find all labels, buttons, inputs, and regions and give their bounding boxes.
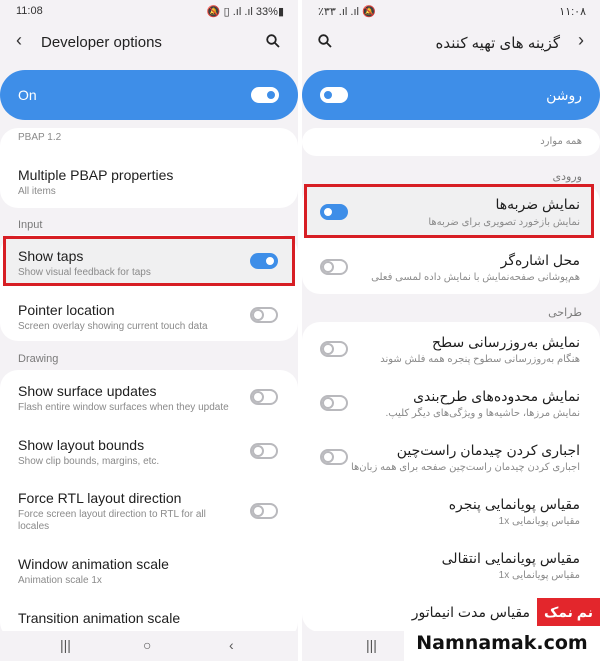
show-taps-toggle[interactable] xyxy=(250,253,278,269)
row-subtitle: همه موارد xyxy=(540,136,582,147)
pointer-location-toggle[interactable] xyxy=(320,259,348,275)
row-subtitle: مقیاس پویانمایی 1x xyxy=(498,570,580,581)
list-item[interactable]: PBAP 1.2 Multiple PBAP properties All it… xyxy=(0,128,298,208)
row-subtitle: Animation scale 1x xyxy=(18,575,102,586)
row-title: Show taps xyxy=(18,248,84,264)
status-time: 11:08 xyxy=(16,5,43,17)
pbap-version-label: PBAP 1.2 xyxy=(18,132,62,143)
force-rtl-row[interactable]: اجباری کردن چیدمان راست‌چین اجباری کردن … xyxy=(302,432,600,482)
master-switch-label: On xyxy=(18,87,37,103)
row-title: Window animation scale xyxy=(18,556,169,572)
home-icon[interactable]: ○ xyxy=(143,637,151,653)
phone-persian: ٪۳۳ .ıl .ıl 🔕 ۱۱:۰۸ گزینه های تهیه کننده… xyxy=(302,0,600,661)
nav-bar: ||| ○ ‹ xyxy=(0,631,298,661)
force-rtl-toggle[interactable] xyxy=(320,449,348,465)
row-title: Transition animation scale xyxy=(18,610,181,626)
screenshot-comparison: 11:08 🔕 ▯ .ıl .ıl 33%▮ ‹ Developer optio… xyxy=(0,0,600,661)
back-arrow-icon[interactable]: ‹ xyxy=(16,30,22,51)
row-title: نمایش ضربه‌ها xyxy=(495,196,580,212)
row-title: Show layout bounds xyxy=(18,437,145,453)
back-icon[interactable]: ‹ xyxy=(229,637,234,653)
app-bar: ‹ Developer options xyxy=(0,24,298,64)
window-animation-row[interactable]: Window animation scale Animation scale 1… xyxy=(0,548,298,598)
window-animation-row[interactable]: مقیاس پویانمایی پنجره مقیاس پویانمایی 1x xyxy=(302,488,600,538)
row-subtitle: هم‌پوشانی صفحه‌نمایش با نمایش داده لمسی … xyxy=(371,272,580,283)
row-title: Show surface updates xyxy=(18,383,157,399)
recent-apps-icon[interactable]: ||| xyxy=(60,637,71,653)
row-subtitle: Force screen layout direction to RTL for… xyxy=(18,509,206,532)
row-subtitle: All items xyxy=(18,186,56,197)
status-bar: ٪۳۳ .ıl .ıl 🔕 ۱۱:۰۸ xyxy=(302,0,600,22)
layout-bounds-toggle[interactable] xyxy=(320,395,348,411)
phone-english: 11:08 🔕 ▯ .ıl .ıl 33%▮ ‹ Developer optio… xyxy=(0,0,298,661)
row-subtitle: Screen overlay showing current touch dat… xyxy=(18,321,208,332)
layout-bounds-row[interactable]: نمایش محدوده‌های طرح‌بندی نمایش مرزها، ح… xyxy=(302,378,600,428)
row-subtitle: نمایش بازخورد تصویری برای ضربه‌ها xyxy=(428,217,580,228)
status-icons: 🔕 ▯ .ıl .ıl 33%▮ xyxy=(206,6,284,18)
row-subtitle: هنگام به‌روزرسانی سطوح پنجره همه فلش شون… xyxy=(380,354,580,365)
row-subtitle: مقیاس پویانمایی 1x xyxy=(498,516,580,527)
row-title: اجباری کردن چیدمان راست‌چین xyxy=(396,442,580,458)
master-toggle[interactable] xyxy=(251,87,279,103)
force-rtl-row[interactable]: Force RTL layout direction Force screen … xyxy=(0,482,298,544)
row-subtitle: Show visual feedback for taps xyxy=(18,267,151,278)
transition-animation-row[interactable]: مقیاس پویانمایی انتقالی مقیاس پویانمایی … xyxy=(302,542,600,592)
row-title: Force RTL layout direction xyxy=(18,490,182,506)
row-subtitle: Flash entire window surfaces when they u… xyxy=(18,402,229,413)
surface-updates-row[interactable]: نمایش به‌روزرسانی سطح هنگام به‌روزرسانی … xyxy=(302,324,600,374)
section-header-design: طراحی xyxy=(548,307,582,319)
row-subtitle: نمایش مرزها، حاشیه‌ها و ویژگی‌های دیگر ک… xyxy=(385,408,580,419)
brand-logo-badge: نم نمک xyxy=(537,598,600,626)
page-title: گزینه های تهیه کننده xyxy=(435,35,560,52)
pointer-location-toggle[interactable] xyxy=(250,307,278,323)
surface-updates-row[interactable]: Show surface updates Flash entire window… xyxy=(0,372,298,422)
search-icon[interactable] xyxy=(266,34,280,48)
row-title: Multiple PBAP properties xyxy=(18,167,174,183)
status-icons: ٪۳۳ .ıl .ıl 🔕 xyxy=(318,6,376,18)
row-title: نمایش به‌روزرسانی سطح xyxy=(431,334,580,350)
show-taps-toggle[interactable] xyxy=(320,204,348,220)
brand-watermark: Namnamak.com xyxy=(404,626,600,661)
master-switch-bar[interactable]: On xyxy=(0,70,298,120)
surface-updates-toggle[interactable] xyxy=(320,341,348,357)
row-title: نمایش محدوده‌های طرح‌بندی xyxy=(413,388,580,404)
row-title: Pointer location xyxy=(18,302,115,318)
section-header-input: Input xyxy=(18,219,43,231)
show-taps-row[interactable]: Show taps Show visual feedback for taps xyxy=(0,236,298,286)
recent-apps-icon[interactable]: ||| xyxy=(366,637,377,653)
force-rtl-toggle[interactable] xyxy=(250,503,278,519)
transition-animation-row[interactable]: Transition animation scale xyxy=(0,600,298,630)
pointer-location-row[interactable]: محل اشاره‌گر هم‌پوشانی صفحه‌نمایش با نما… xyxy=(302,242,600,292)
row-title: مقیاس پویانمایی پنجره xyxy=(448,496,580,512)
layout-bounds-row[interactable]: Show layout bounds Show clip bounds, mar… xyxy=(0,426,298,476)
status-bar: 11:08 🔕 ▯ .ıl .ıl 33%▮ xyxy=(0,0,298,22)
surface-updates-toggle[interactable] xyxy=(250,389,278,405)
status-time: ۱۱:۰۸ xyxy=(559,6,586,18)
pointer-location-row[interactable]: Pointer location Screen overlay showing … xyxy=(0,290,298,340)
row-title: مقیاس مدت انیماتور xyxy=(411,604,530,620)
master-switch-bar[interactable]: روشن xyxy=(302,70,600,120)
row-subtitle: Show clip bounds, margins, etc. xyxy=(18,456,160,467)
search-icon[interactable] xyxy=(318,34,332,48)
back-arrow-icon[interactable]: › xyxy=(578,30,584,51)
master-toggle[interactable] xyxy=(320,87,348,103)
layout-bounds-toggle[interactable] xyxy=(250,443,278,459)
row-title: مقیاس پویانمایی انتقالی xyxy=(441,550,580,566)
app-bar: گزینه های تهیه کننده › xyxy=(302,24,600,64)
row-subtitle: اجباری کردن چیدمان راست‌چین صفحه برای هم… xyxy=(350,462,580,473)
master-switch-label: روشن xyxy=(546,87,582,103)
show-taps-row[interactable]: نمایش ضربه‌ها نمایش بازخورد تصویری برای … xyxy=(302,186,600,236)
page-title: Developer options xyxy=(41,34,162,51)
section-header-drawing: Drawing xyxy=(18,353,59,365)
section-header-input: ورودی xyxy=(552,171,582,183)
row-title: محل اشاره‌گر xyxy=(500,252,580,268)
